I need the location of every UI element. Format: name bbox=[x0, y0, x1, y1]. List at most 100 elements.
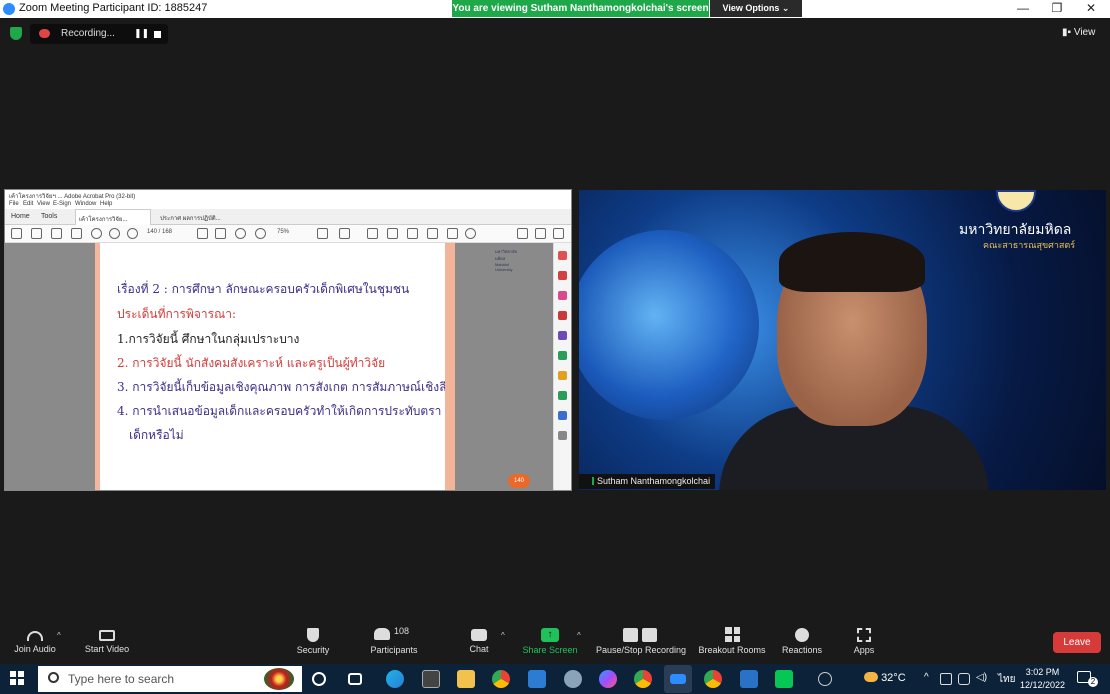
mail-icon[interactable] bbox=[535, 228, 546, 239]
store-icon[interactable] bbox=[422, 670, 440, 688]
people-icon[interactable] bbox=[818, 672, 832, 686]
maximize-button[interactable]: ❐ bbox=[1040, 0, 1074, 18]
menu-esign[interactable]: E-Sign bbox=[53, 201, 71, 207]
zoom-taskbar-icon[interactable] bbox=[664, 665, 692, 693]
zoom-level-select[interactable]: 75% bbox=[277, 229, 289, 235]
organize-icon[interactable] bbox=[558, 351, 567, 360]
speaker-video[interactable]: มหาวิทยาลัยมหิดล คณะสาธารณสุขศาสตร์ bbox=[579, 190, 1106, 490]
comment-icon[interactable] bbox=[367, 228, 378, 239]
network-icon[interactable] bbox=[958, 673, 970, 685]
apps-button[interactable]: Apps bbox=[850, 625, 878, 655]
tray-expand-icon[interactable]: ^ bbox=[924, 672, 936, 684]
audio-options-caret[interactable]: ^ bbox=[57, 631, 61, 640]
video-off-icon bbox=[99, 630, 115, 641]
export-pdf-icon[interactable] bbox=[558, 251, 567, 260]
create-pdf-icon[interactable] bbox=[558, 271, 567, 280]
participants-label: Participants bbox=[370, 645, 418, 655]
comment-tool-icon[interactable] bbox=[558, 311, 567, 320]
zoom-out-icon[interactable] bbox=[235, 228, 246, 239]
chrome-profile-icon[interactable] bbox=[634, 670, 652, 688]
cortana-icon[interactable] bbox=[312, 672, 326, 686]
menu-view[interactable]: View bbox=[37, 201, 50, 207]
draw-icon[interactable] bbox=[407, 228, 418, 239]
page-down-icon[interactable] bbox=[127, 228, 138, 239]
join-audio-button[interactable]: Join Audio bbox=[12, 625, 58, 654]
menu-edit[interactable]: Edit bbox=[23, 201, 33, 207]
delete-icon[interactable] bbox=[447, 228, 458, 239]
clock-time: 3:02 PM bbox=[1025, 667, 1060, 677]
input-language[interactable]: ไทย bbox=[998, 672, 1015, 687]
virtual-bg-faculty: คณะสาธารณสุขศาสตร์ bbox=[983, 241, 1076, 251]
compress-icon[interactable] bbox=[558, 371, 567, 380]
share-options-caret[interactable]: ^ bbox=[577, 631, 581, 640]
messenger-icon[interactable] bbox=[599, 670, 617, 688]
zoom-in-icon[interactable] bbox=[255, 228, 266, 239]
highlight-icon[interactable] bbox=[387, 228, 398, 239]
chat-button[interactable]: Chat bbox=[464, 625, 494, 654]
notification-center[interactable]: 2 bbox=[1077, 669, 1098, 687]
page-number-input[interactable]: 140 / 168 bbox=[147, 229, 172, 235]
windows-taskbar: Type here to search 32°C ^ ◁) ไทย 3:02 P… bbox=[0, 664, 1110, 694]
hand-tool-icon[interactable] bbox=[215, 228, 226, 239]
tab-document-active[interactable]: เค้าโครงการวิจัย... bbox=[75, 209, 151, 225]
select-tool-icon[interactable] bbox=[197, 228, 208, 239]
protect-icon[interactable] bbox=[558, 391, 567, 400]
reactions-label: Reactions bbox=[781, 645, 823, 655]
stop-recording-icon[interactable] bbox=[154, 31, 161, 38]
scroll-mode-icon[interactable] bbox=[339, 228, 350, 239]
close-button[interactable]: ✕ bbox=[1074, 0, 1108, 18]
edit-pdf-icon[interactable] bbox=[558, 291, 567, 300]
reactions-button[interactable]: Reactions bbox=[780, 625, 824, 655]
search-icon bbox=[48, 672, 59, 683]
view-button[interactable]: ▮▪ View bbox=[1062, 27, 1095, 38]
pause-stop-recording-button[interactable]: Pause/Stop Recording bbox=[594, 625, 688, 655]
taskbar-search[interactable]: Type here to search bbox=[38, 666, 302, 692]
menu-file[interactable]: File bbox=[9, 201, 19, 207]
line-app-icon[interactable] bbox=[775, 670, 793, 688]
pause-recording-icon[interactable]: ❚❚ bbox=[134, 28, 149, 39]
save-icon[interactable] bbox=[11, 228, 22, 239]
zoom-search-icon[interactable] bbox=[91, 228, 102, 239]
task-view-icon[interactable] bbox=[348, 673, 362, 685]
breakout-rooms-button[interactable]: Breakout Rooms bbox=[697, 625, 767, 655]
rotate-icon[interactable] bbox=[465, 228, 476, 239]
chrome-window-icon[interactable] bbox=[704, 670, 722, 688]
page-up-icon[interactable] bbox=[109, 228, 120, 239]
menu-window[interactable]: Window bbox=[75, 201, 96, 207]
start-video-button[interactable]: Start Video bbox=[80, 625, 134, 654]
share-icon[interactable] bbox=[553, 228, 564, 239]
security-button[interactable]: Security bbox=[292, 625, 334, 655]
bookmark-icon[interactable] bbox=[31, 228, 42, 239]
tab-home[interactable]: Home bbox=[11, 213, 30, 220]
volume-icon[interactable]: ◁) bbox=[976, 672, 990, 684]
print-icon[interactable] bbox=[71, 228, 82, 239]
windows-start-icon[interactable] bbox=[10, 671, 24, 685]
mail-icon[interactable] bbox=[528, 670, 546, 688]
join-audio-label: Join Audio bbox=[14, 644, 56, 654]
stamp-icon[interactable] bbox=[427, 228, 438, 239]
upload-icon[interactable] bbox=[51, 228, 62, 239]
meet-now-icon[interactable] bbox=[940, 673, 952, 685]
weather-widget[interactable]: 32°C bbox=[864, 672, 906, 684]
system-clock[interactable]: 3:02 PM 12/12/2022 bbox=[1020, 666, 1065, 692]
leave-button[interactable]: Leave bbox=[1053, 632, 1101, 653]
fit-page-icon[interactable] bbox=[317, 228, 328, 239]
sign-icon[interactable] bbox=[517, 228, 528, 239]
participants-button[interactable]: 108 Participants bbox=[366, 625, 422, 655]
view-options-button[interactable]: View Options ⌄ bbox=[710, 0, 802, 17]
minimize-button[interactable]: — bbox=[1006, 0, 1040, 18]
share-screen-button[interactable]: ↑ Share Screen bbox=[520, 625, 580, 655]
chat-options-caret[interactable]: ^ bbox=[501, 631, 505, 640]
menu-help[interactable]: Help bbox=[100, 201, 112, 207]
file-explorer-icon[interactable] bbox=[457, 670, 475, 688]
more-tools-icon[interactable] bbox=[558, 431, 567, 440]
tab-tools[interactable]: Tools bbox=[41, 213, 57, 220]
tab-document-2[interactable]: ประกาศ ผลการปฏิบัติ... bbox=[157, 209, 227, 225]
encryption-shield-icon[interactable] bbox=[10, 27, 22, 40]
edge-icon[interactable] bbox=[386, 670, 404, 688]
app-icon[interactable] bbox=[564, 670, 582, 688]
fill-sign-icon[interactable] bbox=[558, 411, 567, 420]
combine-icon[interactable] bbox=[558, 331, 567, 340]
photos-icon[interactable] bbox=[740, 670, 758, 688]
chrome-icon[interactable] bbox=[492, 670, 510, 688]
